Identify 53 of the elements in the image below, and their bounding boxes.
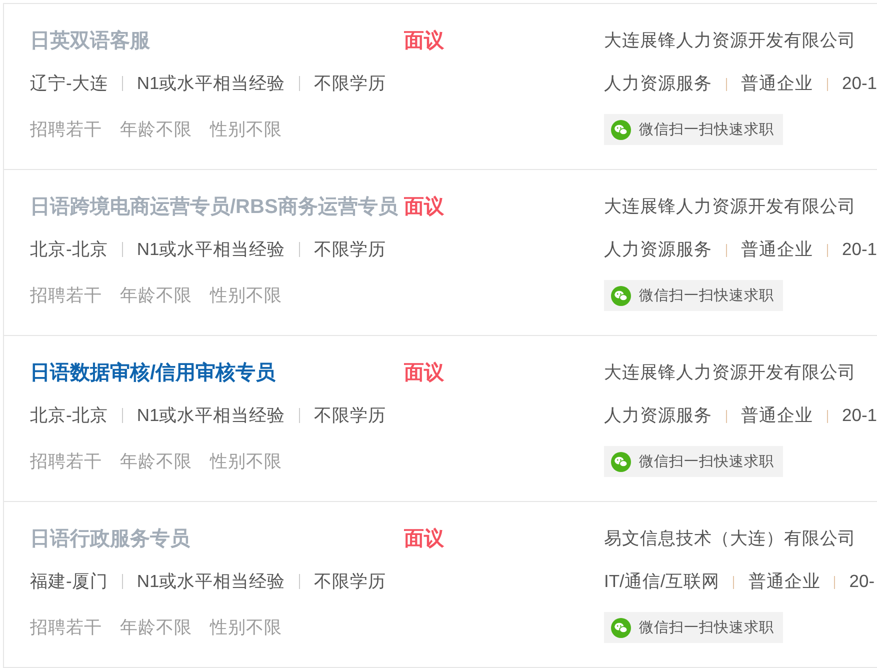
salary-text: 面议 [404, 526, 444, 552]
company-info-text: 人力资源服务 [604, 238, 712, 261]
wechat-apply-button[interactable]: 微信扫一扫快速求职 [604, 446, 783, 477]
company-info-text: 20-1 [842, 404, 877, 427]
job-requirement-text: 不限学历 [314, 72, 386, 95]
chat-bubbles-icon [611, 120, 631, 140]
company-info-text: IT/通信/互联网 [604, 570, 720, 593]
job-requirement-text: N1或水平相当经验 [136, 404, 286, 427]
job-condition-text: 招聘若干 [30, 284, 102, 307]
company-name-link[interactable]: 大连展锋人力资源开发有限公司 [604, 358, 856, 386]
job-requirement-text: N1或水平相当经验 [136, 72, 286, 95]
job-condition-text: 性别不限 [210, 118, 282, 141]
salary-text: 面议 [404, 28, 444, 54]
company-name-link[interactable]: 易文信息技术（大连）有限公司 [604, 524, 856, 552]
company-info-text: 20- [849, 570, 875, 593]
wechat-apply-button[interactable]: 微信扫一扫快速求职 [604, 612, 783, 643]
job-requirement-text: N1或水平相当经验 [136, 570, 286, 593]
salary-text: 面议 [404, 360, 444, 386]
job-condition-text: 性别不限 [210, 616, 282, 639]
company-info-text: 普通企业 [741, 404, 813, 427]
wechat-apply-button[interactable]: 微信扫一扫快速求职 [604, 114, 783, 145]
job-requirement-text: N1或水平相当经验 [136, 238, 286, 261]
wechat-apply-button[interactable]: 微信扫一扫快速求职 [604, 280, 783, 311]
job-condition-text: 性别不限 [210, 284, 282, 307]
job-condition-text: 招聘若干 [30, 450, 102, 473]
company-info-text: 人力资源服务 [604, 72, 712, 95]
company-info-text: 20-1 [842, 72, 877, 95]
company-name-link[interactable]: 大连展锋人力资源开发有限公司 [604, 26, 856, 54]
job-requirement-text: 不限学历 [314, 570, 386, 593]
job-title-link[interactable]: 日语数据审核/信用审核专员 [30, 362, 276, 384]
company-name-link[interactable]: 大连展锋人力资源开发有限公司 [604, 192, 856, 220]
job-requirement-text: 不限学历 [314, 238, 386, 261]
salary-text: 面议 [404, 194, 444, 220]
job-requirement-text: 北京-北京 [30, 238, 108, 261]
job-condition-text: 年龄不限 [120, 118, 192, 141]
chat-bubbles-icon [611, 452, 631, 472]
job-condition-text: 招聘若干 [30, 616, 102, 639]
company-info-text: 20-1 [842, 238, 877, 261]
company-info-text: 人力资源服务 [604, 404, 712, 427]
chat-bubbles-icon [611, 618, 631, 638]
company-info-text: 普通企业 [748, 570, 820, 593]
chat-bubbles-icon [611, 286, 631, 306]
job-condition-text: 招聘若干 [30, 118, 102, 141]
job-requirement-text: 辽宁-大连 [30, 72, 108, 95]
job-condition-text: 年龄不限 [120, 616, 192, 639]
job-requirement-text: 北京-北京 [30, 404, 108, 427]
job-condition-text: 性别不限 [210, 450, 282, 473]
job-requirement-text: 不限学历 [314, 404, 386, 427]
company-info-text: 普通企业 [741, 238, 813, 261]
job-condition-text: 年龄不限 [120, 284, 192, 307]
job-requirement-text: 福建-厦门 [30, 570, 108, 593]
job-condition-text: 年龄不限 [120, 450, 192, 473]
company-info-text: 普通企业 [741, 72, 813, 95]
